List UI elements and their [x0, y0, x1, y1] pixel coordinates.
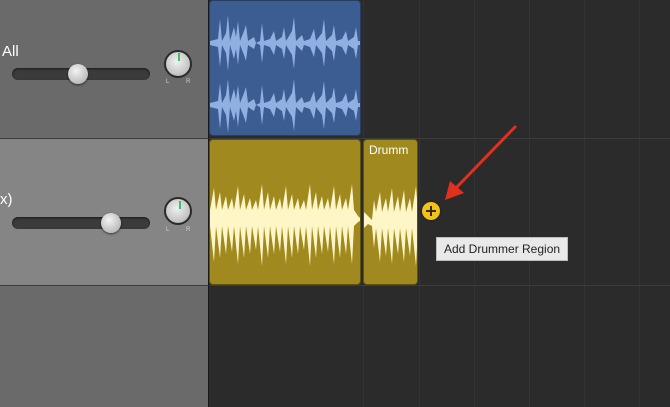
- annotation-arrow-icon: [445, 125, 517, 200]
